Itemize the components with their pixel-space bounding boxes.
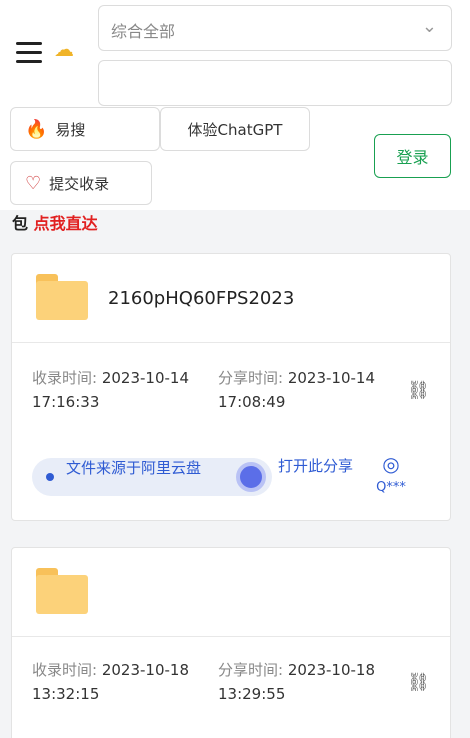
chatgpt-label: 体验ChatGPT <box>187 120 283 139</box>
source-text: 文件来源于阿里云盘 <box>66 459 202 477</box>
chatgpt-button[interactable]: 体验ChatGPT <box>160 107 310 151</box>
submit-collection-label: 提交收录 <box>49 174 110 193</box>
search-input[interactable] <box>99 61 451 105</box>
login-button[interactable]: 登录 <box>374 134 451 178</box>
divider <box>12 342 450 343</box>
breadcrumb-prefix: 包 <box>12 214 29 233</box>
logo-icon: ☁ <box>54 37 74 61</box>
open-share-link[interactable]: 打开此分享 <box>278 454 362 478</box>
link-broken-icon[interactable]: ⛓ <box>407 380 430 401</box>
submit-collection-button[interactable]: ♡ 提交收录 <box>10 161 152 205</box>
folder-icon <box>36 568 88 614</box>
divider <box>12 636 450 637</box>
menu-icon[interactable] <box>16 42 42 66</box>
user-icon: ◎ <box>382 452 400 476</box>
heart-icon: ♡ <box>25 172 42 194</box>
aliyun-drive-logo <box>236 462 266 492</box>
search-field[interactable] <box>98 60 452 106</box>
shared-time: 分享时间: 2023-10-14 17:08:49 <box>218 369 376 411</box>
fire-icon: 🔥 <box>25 118 48 140</box>
result-card[interactable]: 收录时间: 2023-10-18 13:32:15 分享时间: 2023-10-… <box>11 547 451 738</box>
source-badge: 文件来源于阿里云盘 <box>32 458 272 496</box>
sharer[interactable]: ◎ Q*** <box>366 452 416 495</box>
chevron-down-icon: ⌄ <box>421 16 437 37</box>
status-dot <box>46 473 54 481</box>
header: ☁ 综合全部 ⌄ 🔥 易搜 体验ChatGPT ♡ 提交收录 登录 <box>0 0 470 210</box>
category-select-value: 综合全部 <box>111 22 176 41</box>
result-card[interactable]: 2160pHQ60FPS2023 收录时间: 2023-10-14 17:16:… <box>11 253 451 521</box>
direct-link[interactable]: 点我直达 <box>34 214 98 233</box>
shared-time: 分享时间: 2023-10-18 13:29:55 <box>218 661 376 703</box>
result-title[interactable]: 2160pHQ60FPS2023 <box>108 288 294 309</box>
breadcrumb: 包 点我直达 <box>12 210 98 234</box>
folder-icon <box>36 274 88 320</box>
sharer-name: Q*** <box>376 480 406 495</box>
collected-time: 收录时间: 2023-10-18 13:32:15 <box>32 661 190 703</box>
hot-search-label: 易搜 <box>55 120 86 139</box>
hot-search-button[interactable]: 🔥 易搜 <box>10 107 160 151</box>
collected-time: 收录时间: 2023-10-14 17:16:33 <box>32 369 190 411</box>
link-broken-icon[interactable]: ⛓ <box>407 672 430 693</box>
category-select[interactable]: 综合全部 ⌄ <box>98 5 452 51</box>
